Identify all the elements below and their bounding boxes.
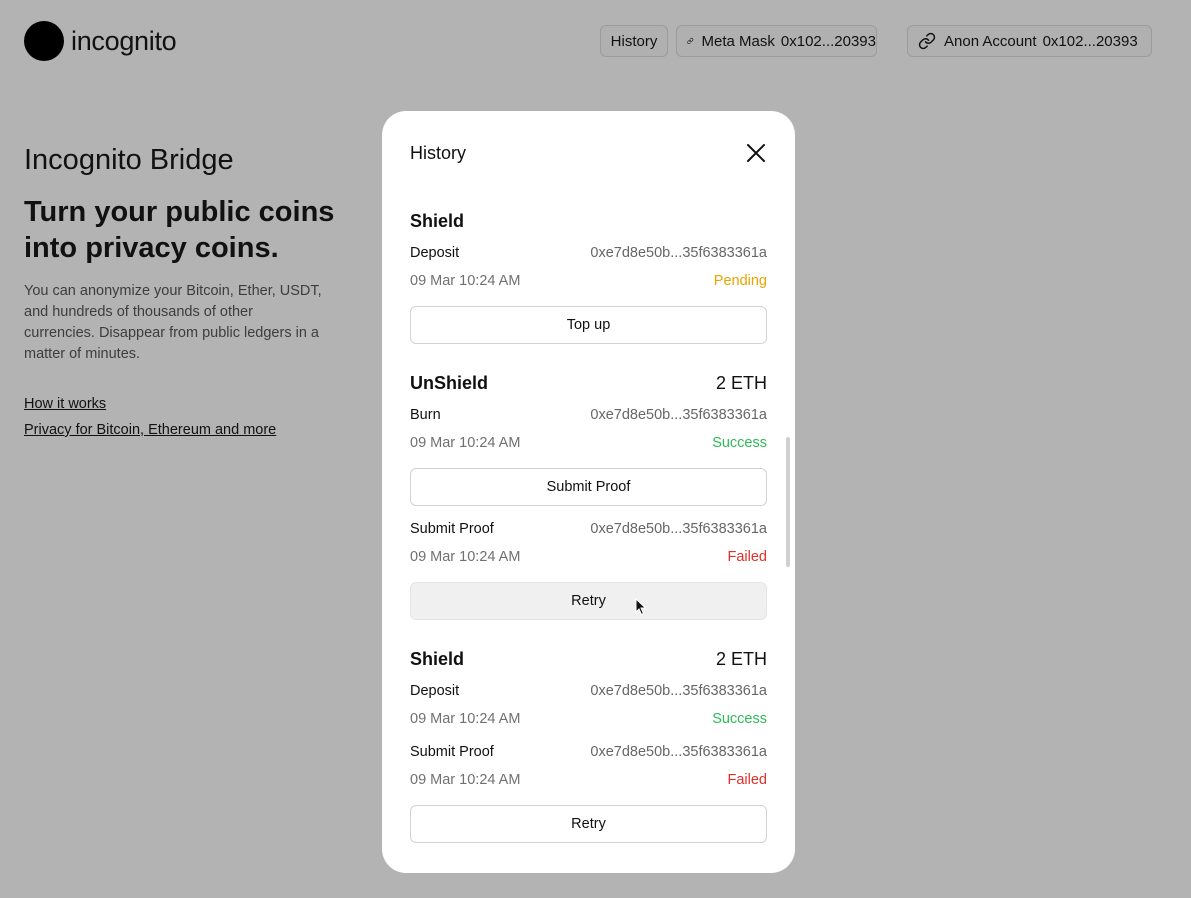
tx-row: Submit Proof 0xe7d8e50b...35f6383361a xyxy=(410,744,767,760)
tx-label: Submit Proof xyxy=(410,744,494,760)
tx-hash[interactable]: 0xe7d8e50b...35f6383361a xyxy=(590,683,767,699)
tx-date: 09 Mar 10:24 AM xyxy=(410,711,521,727)
scrollbar[interactable] xyxy=(786,437,790,567)
retry-button[interactable]: Retry xyxy=(410,805,767,843)
tx-hash[interactable]: 0xe7d8e50b...35f6383361a xyxy=(590,245,767,261)
tx-label: Submit Proof xyxy=(410,521,494,537)
section-amount: 2 ETH xyxy=(715,373,767,393)
status-badge: Failed xyxy=(727,772,768,788)
tx-label: Deposit xyxy=(410,683,460,699)
link-icon xyxy=(687,38,694,44)
tx-row: Deposit 0xe7d8e50b...35f6383361a xyxy=(410,683,767,699)
submit-proof-button[interactable]: Submit Proof xyxy=(410,468,767,506)
hero-description: You can anonymize your Bitcoin, Ether, U… xyxy=(24,283,322,362)
section-title: UnShield xyxy=(410,373,489,393)
tx-row: Deposit 0xe7d8e50b...35f6383361a xyxy=(410,245,767,261)
tx-meta-row: 09 Mar 10:24 AM Pending xyxy=(410,273,767,289)
tx-meta-row: 09 Mar 10:24 AM Success xyxy=(410,711,767,727)
modal-title: History xyxy=(410,143,467,163)
logo[interactable]: incognito xyxy=(24,21,177,61)
retry-button[interactable]: Retry xyxy=(410,582,767,620)
tx-meta-row: 09 Mar 10:24 AM Failed xyxy=(410,772,767,788)
section-title: Shield xyxy=(410,211,465,231)
retry-button-label: Retry xyxy=(571,816,606,832)
logo-text: incognito xyxy=(71,25,177,56)
tx-hash[interactable]: 0xe7d8e50b...35f6383361a xyxy=(590,744,767,760)
status-badge: Failed xyxy=(727,549,768,565)
logo-mark-icon xyxy=(24,21,64,61)
tx-label: Burn xyxy=(410,407,441,423)
anon-address: 0x102...20393 xyxy=(1042,32,1138,50)
mouse-cursor-icon xyxy=(635,598,647,616)
submit-proof-button-label: Submit Proof xyxy=(546,479,631,495)
top-up-button[interactable]: Top up xyxy=(410,306,767,344)
tx-date: 09 Mar 10:24 AM xyxy=(410,273,521,289)
status-badge: Success xyxy=(712,435,767,451)
tx-date: 09 Mar 10:24 AM xyxy=(410,772,521,788)
tx-row: Burn 0xe7d8e50b...35f6383361a xyxy=(410,407,767,423)
tx-meta-row: 09 Mar 10:24 AM Success xyxy=(410,435,767,451)
tx-meta-row: 09 Mar 10:24 AM Failed xyxy=(410,549,767,565)
tx-row: Submit Proof 0xe7d8e50b...35f6383361a xyxy=(410,521,767,537)
status-badge: Pending xyxy=(713,273,767,289)
section-amount: 2 ETH xyxy=(715,649,767,669)
privacy-link[interactable]: Privacy for Bitcoin, Ethereum and more xyxy=(24,422,276,438)
anon-label: Anon Account xyxy=(944,32,1037,50)
tx-label: Deposit xyxy=(410,245,460,261)
metamask-label: Meta Mask xyxy=(701,32,775,50)
how-it-works-link[interactable]: How it works xyxy=(24,396,106,412)
tx-date: 09 Mar 10:24 AM xyxy=(410,435,521,451)
history-modal: History Shield Deposit 0xe7d8e50b...35f6… xyxy=(382,111,795,873)
metamask-account-button[interactable]: Meta Mask 0x102...20393 xyxy=(676,25,877,57)
anon-account-button[interactable]: Anon Account 0x102...20393 xyxy=(907,25,1152,57)
tx-hash[interactable]: 0xe7d8e50b...35f6383361a xyxy=(590,407,767,423)
metamask-address: 0x102...20393 xyxy=(780,32,876,50)
hero-subtitle: Incognito Bridge xyxy=(24,144,234,176)
history-button-label: History xyxy=(610,32,658,50)
tx-date: 09 Mar 10:24 AM xyxy=(410,549,521,565)
section-title: Shield xyxy=(410,649,465,669)
tx-hash[interactable]: 0xe7d8e50b...35f6383361a xyxy=(590,521,767,537)
link-icon xyxy=(918,32,936,50)
section-header: UnShield 2 ETH xyxy=(410,373,767,394)
retry-button-label: Retry xyxy=(571,593,606,609)
status-badge: Success xyxy=(712,711,767,727)
hero-title: Turn your public coins into privacy coin… xyxy=(24,196,335,264)
top-up-button-label: Top up xyxy=(566,317,611,333)
section-header: Shield xyxy=(410,211,767,232)
section-header: Shield 2 ETH xyxy=(410,649,767,670)
close-icon[interactable] xyxy=(744,141,768,165)
history-button[interactable]: History xyxy=(600,25,668,57)
